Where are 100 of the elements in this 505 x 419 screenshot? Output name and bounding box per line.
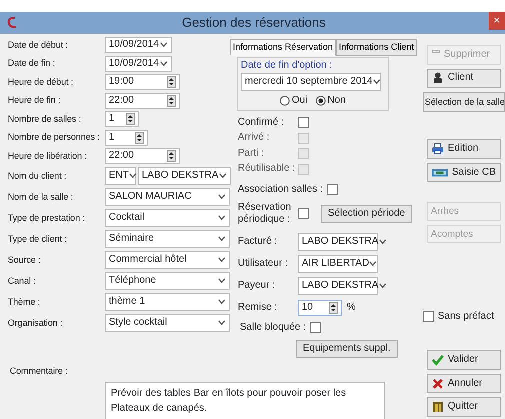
field-label: Organisation : xyxy=(8,318,64,328)
field-value: LABO DEKSTRA xyxy=(302,280,379,292)
action-button[interactable]: Annuler xyxy=(427,374,501,394)
chevron-icon xyxy=(218,173,227,179)
chevron-icon xyxy=(369,260,378,267)
checkbox[interactable] xyxy=(298,117,309,128)
action-button[interactable]: Quitter xyxy=(427,397,501,417)
chevron-icon xyxy=(378,282,387,289)
radio-option[interactable]: Non xyxy=(316,94,346,107)
side-button[interactable]: Sélection de la salle xyxy=(423,92,505,112)
radio-option[interactable]: Oui xyxy=(280,94,308,107)
spin-field[interactable]: 10 xyxy=(298,300,342,316)
close-button[interactable]: × xyxy=(489,12,505,30)
dropdown-field[interactable]: Séminaire xyxy=(105,230,230,248)
date-field[interactable]: 10/09/2014 xyxy=(105,37,172,54)
field-label: Type de prestation : xyxy=(8,212,86,224)
amount-field[interactable]: Arrhes xyxy=(427,202,501,221)
equipment-button[interactable]: Equipements suppl. xyxy=(296,340,398,358)
side-button[interactable]: Edition xyxy=(427,139,501,159)
unit-label: % xyxy=(347,302,356,314)
card-icon xyxy=(432,166,448,179)
dropdown-field[interactable]: Style cocktail xyxy=(105,314,230,332)
door-icon xyxy=(432,401,444,414)
checkbox[interactable] xyxy=(327,184,338,196)
chevron-icon xyxy=(218,257,226,263)
field-value: 10/09/2014 xyxy=(109,58,160,70)
checkbox-label: Confirmé : xyxy=(238,116,286,129)
group-label: Date de fin d'option : xyxy=(241,60,334,72)
spinner-icon[interactable] xyxy=(126,113,135,126)
side-button[interactable]: Client xyxy=(427,68,501,88)
field-label: Utilisateur : xyxy=(238,258,290,270)
field-label: Date de fin : xyxy=(8,58,56,70)
spinner-icon[interactable] xyxy=(167,76,176,88)
field-label: Heure de libération : xyxy=(8,150,88,162)
action-button[interactable]: Valider xyxy=(427,350,501,370)
chevron-icon xyxy=(218,215,226,221)
chevron-icon xyxy=(218,194,226,200)
amount-field[interactable]: Acomptes xyxy=(427,224,501,244)
checkbox-label: Salle bloquée : xyxy=(240,322,306,334)
dropdown-field[interactable]: mercredi 10 septembre 2014 xyxy=(241,72,381,91)
checkbox-label: Arrivé : xyxy=(238,132,271,144)
dropdown-field[interactable]: Téléphone xyxy=(105,272,230,290)
spin-field[interactable]: 22:00 xyxy=(105,92,180,109)
checkmark-icon xyxy=(432,354,444,366)
checkbox-option[interactable]: Sans préfact xyxy=(423,310,494,323)
comment-field[interactable]: Prévoir des tables Bar en îlots pour pouvoir poser les Plateaux de canapés. xyxy=(105,382,385,419)
tab[interactable]: Informations Client xyxy=(336,39,418,56)
date-field[interactable]: 10/09/2014 xyxy=(105,56,172,72)
cross-icon xyxy=(432,378,444,390)
spinner-icon[interactable] xyxy=(167,94,176,107)
field-value: Cocktail xyxy=(109,212,145,224)
dropdown-field[interactable]: ENT xyxy=(105,167,136,185)
spinner-icon[interactable] xyxy=(329,302,338,314)
field-value: 10/09/2014 xyxy=(109,39,160,52)
window-title: Gestion des réservations xyxy=(181,15,327,31)
minus-icon xyxy=(432,50,440,53)
checkbox[interactable] xyxy=(310,322,322,334)
field-value: 1 xyxy=(109,113,115,126)
chevron-icon xyxy=(160,60,168,67)
field-label: Facturé : xyxy=(238,236,278,248)
field-value: mercredi 10 septembre 2014 xyxy=(245,76,373,88)
field-label: Date de début : xyxy=(8,40,70,51)
field-label: Type de client : xyxy=(8,234,68,244)
spinner-icon[interactable] xyxy=(167,150,176,162)
spin-field[interactable]: 19:00 xyxy=(105,74,180,90)
field-label: Commentaire : xyxy=(10,366,69,378)
chevron-icon xyxy=(218,320,226,326)
checkbox-label: Réservation périodique : xyxy=(238,202,292,226)
chevron-icon xyxy=(372,78,381,85)
field-label: Source : xyxy=(8,254,42,266)
spin-field[interactable]: 1 xyxy=(105,130,148,146)
field-value: AIR LIBERTAD xyxy=(302,258,370,270)
checkbox-label: Association salles : xyxy=(238,184,324,196)
field-value: 1 xyxy=(109,132,115,144)
tab[interactable]: Informations Réservation xyxy=(230,39,336,56)
chevron-icon xyxy=(218,278,226,284)
chevron-icon xyxy=(218,299,226,305)
dropdown-field[interactable]: LABO DEKSTRA xyxy=(138,167,231,185)
checkbox[interactable] xyxy=(298,208,309,220)
dropdown-field[interactable]: Commercial hôtel xyxy=(105,251,230,269)
spinner-icon[interactable] xyxy=(135,132,144,144)
field-value: SALON MAURIAC xyxy=(109,191,192,203)
period-button[interactable]: Sélection période xyxy=(321,204,412,223)
chevron-icon xyxy=(160,42,168,48)
dropdown-field[interactable]: Cocktail xyxy=(105,209,230,227)
side-button[interactable]: Saisie CB xyxy=(427,162,501,182)
field-value: ENT xyxy=(109,170,129,182)
person-icon xyxy=(432,72,444,84)
dropdown-field[interactable]: AIR LIBERTAD xyxy=(298,254,378,273)
field-label: Nom du client : xyxy=(8,170,68,182)
dropdown-field[interactable]: thème 1 xyxy=(105,293,230,311)
spin-field[interactable]: 22:00 xyxy=(105,148,180,164)
spin-field[interactable]: 1 xyxy=(105,111,139,128)
dropdown-field[interactable]: SALON MAURIAC xyxy=(105,188,230,206)
chevron-icon xyxy=(218,236,226,242)
chevron-icon xyxy=(129,173,137,179)
field-label: Heure de fin : xyxy=(8,95,62,106)
field-value: 19:00 xyxy=(109,76,134,88)
checkbox-label: Parti : xyxy=(238,148,266,160)
checkbox-label: Réutilisable : xyxy=(238,163,296,176)
